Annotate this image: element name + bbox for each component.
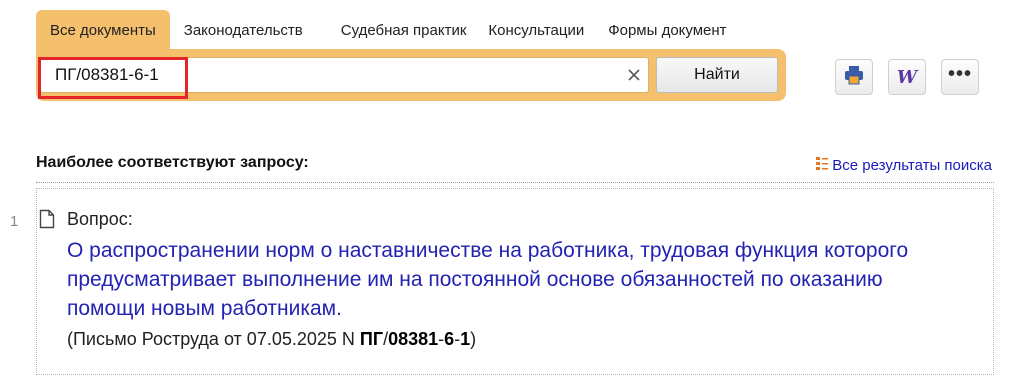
search-tabs: Все документы Законодательств Судебная п… [36,10,737,50]
reference-suffix: ) [470,329,477,349]
print-button[interactable] [835,59,873,95]
word-export-icon: W [896,66,918,88]
search-panel: Найти [36,49,786,101]
tab-legislation[interactable]: Законодательств [174,10,313,50]
list-results-icon [815,155,832,175]
printer-icon [843,65,865,90]
reference-part: 1 [460,329,471,349]
results-header: Наиболее соответствуют запросу: [36,154,309,171]
all-results-label: Все результаты поиска [832,156,992,174]
search-input[interactable] [41,58,611,92]
search-box [40,57,649,93]
tab-judicial-practice[interactable]: Судебная практик [331,10,477,50]
header-divider [36,182,994,183]
tab-all-documents[interactable]: Все документы [36,10,170,50]
document-icon [39,209,55,234]
clear-icon[interactable] [624,65,644,85]
tab-consultations[interactable]: Консультации [478,10,594,50]
tab-document-forms[interactable]: Формы документ [598,10,736,50]
reference-part: 08381 [388,329,439,349]
result-title-link[interactable]: О распространении норм о наставничестве … [67,236,947,323]
result-reference: (Письмо Роструда от 07.05.2025 N ПГ/0838… [67,329,476,350]
reference-part: ПГ [359,329,384,349]
reference-prefix: (Письмо Роструда от 07.05.2025 N [67,329,360,349]
result-number: 1 [10,213,19,230]
all-results-link[interactable]: Все результаты поиска [815,155,992,175]
more-dots-icon: ••• [947,63,972,85]
more-button[interactable]: ••• [941,59,979,95]
export-word-button[interactable]: W [888,59,926,95]
reference-part: 6 [444,329,455,349]
result-type: Вопрос: [67,209,133,229]
find-button[interactable]: Найти [656,57,778,93]
